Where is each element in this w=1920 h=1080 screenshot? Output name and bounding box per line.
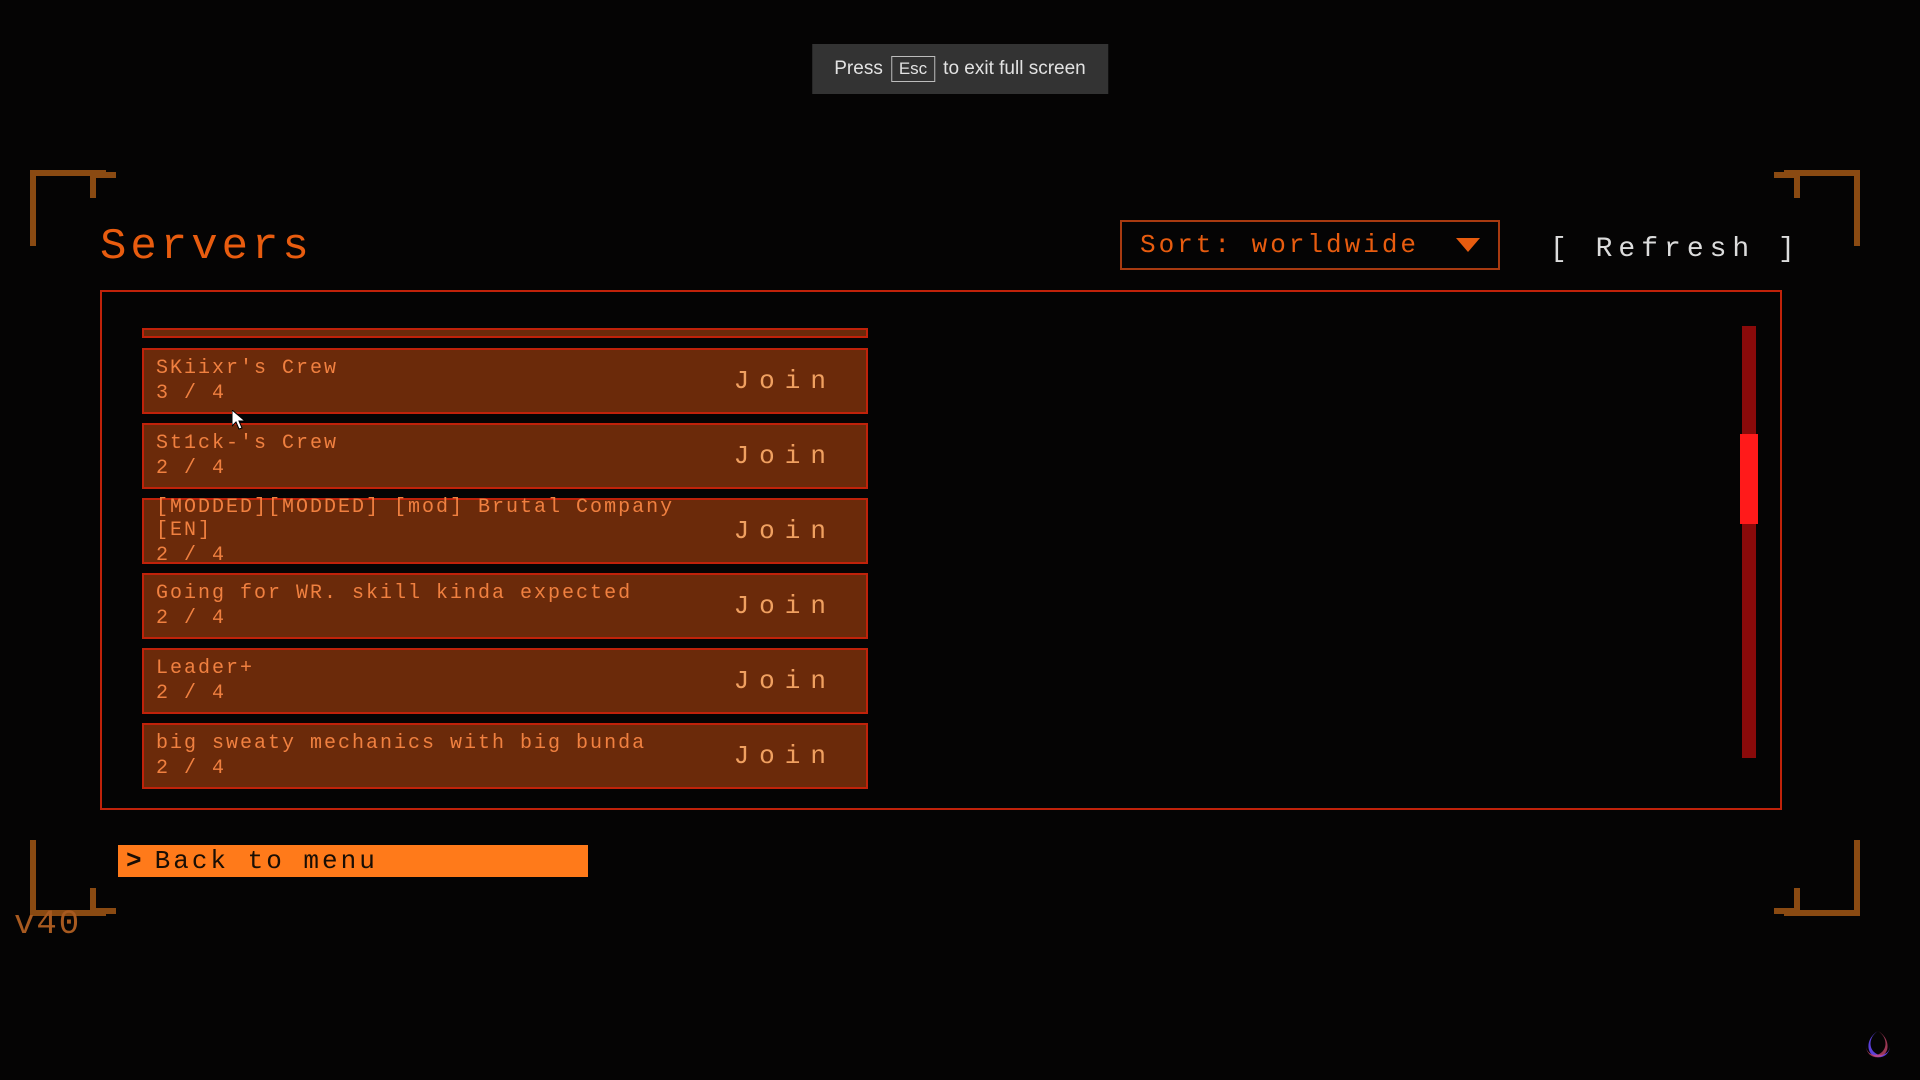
sort-dropdown[interactable]: Sort: worldwide — [1120, 220, 1500, 270]
server-row[interactable]: big sweaty mechanics with big bunda 2 / … — [142, 723, 868, 789]
version-label: v40 — [14, 906, 81, 944]
join-button[interactable]: Join — [734, 741, 836, 771]
sort-label: Sort: worldwide — [1140, 230, 1419, 260]
server-row[interactable]: Leader+ 2 / 4 Join — [142, 648, 868, 714]
server-count: 2 / 4 — [156, 682, 254, 705]
server-name: SKiixr's Crew — [156, 357, 338, 380]
refresh-button[interactable]: [ Refresh ] — [1550, 234, 1801, 265]
server-info: Leader+ 2 / 4 — [156, 657, 254, 705]
server-row[interactable]: St1ck-'s Crew 2 / 4 Join — [142, 423, 868, 489]
caret-right-icon: > — [126, 846, 145, 876]
server-name: St1ck-'s Crew — [156, 432, 338, 455]
page-title: Servers — [100, 222, 313, 272]
join-button[interactable]: Join — [734, 666, 836, 696]
scrollbar-track[interactable] — [1742, 326, 1756, 758]
frame-corner — [90, 888, 116, 914]
scrollbar-thumb[interactable] — [1740, 434, 1758, 524]
frame-corner — [1774, 888, 1800, 914]
hint-post: to exit full screen — [943, 58, 1086, 80]
server-row[interactable]: SKiixr's Crew 3 / 4 Join — [142, 348, 868, 414]
server-row[interactable]: [MODDED][MODDED] [mod] Brutal Company [E… — [142, 498, 868, 564]
server-info: [MODDED][MODDED] [mod] Brutal Company [E… — [156, 496, 734, 567]
server-info: Going for WR. skill kinda expected 2 / 4 — [156, 582, 632, 630]
frame-corner — [90, 172, 116, 198]
back-to-menu-button[interactable]: > Back to menu — [118, 845, 588, 877]
back-label: Back to menu — [155, 846, 378, 876]
server-count: 2 / 4 — [156, 607, 632, 630]
server-row[interactable]: Going for WR. skill kinda expected 2 / 4… — [142, 573, 868, 639]
fullscreen-hint: Press Esc to exit full screen — [812, 44, 1108, 94]
server-count: 2 / 4 — [156, 457, 338, 480]
server-row-partial[interactable] — [142, 328, 868, 338]
server-count: 3 / 4 — [156, 382, 338, 405]
server-name: Going for WR. skill kinda expected — [156, 582, 632, 605]
hint-pre: Press — [834, 58, 883, 80]
server-list-frame: SKiixr's Crew 3 / 4 Join St1ck-'s Crew 2… — [100, 290, 1782, 810]
server-info: SKiixr's Crew 3 / 4 — [156, 357, 338, 405]
server-name: big sweaty mechanics with big bunda — [156, 732, 646, 755]
server-count: 2 / 4 — [156, 544, 734, 567]
esc-key: Esc — [891, 56, 935, 82]
server-info: St1ck-'s Crew 2 / 4 — [156, 432, 338, 480]
join-button[interactable]: Join — [734, 441, 836, 471]
server-count: 2 / 4 — [156, 757, 646, 780]
join-button[interactable]: Join — [734, 591, 836, 621]
frame-corner — [1774, 172, 1800, 198]
join-button[interactable]: Join — [734, 516, 836, 546]
server-name: [MODDED][MODDED] [mod] Brutal Company [E… — [156, 496, 734, 542]
chevron-down-icon — [1456, 238, 1480, 252]
server-name: Leader+ — [156, 657, 254, 680]
join-button[interactable]: Join — [734, 366, 836, 396]
watermark-icon — [1860, 1028, 1896, 1064]
server-info: big sweaty mechanics with big bunda 2 / … — [156, 732, 646, 780]
